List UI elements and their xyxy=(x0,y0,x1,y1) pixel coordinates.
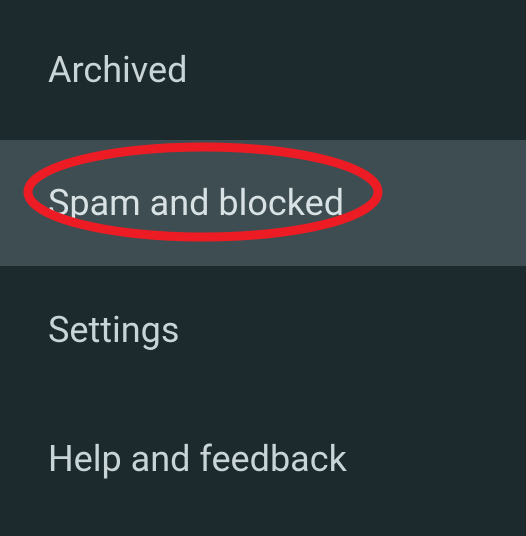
menu-item-archived[interactable]: Archived xyxy=(0,0,526,140)
menu-item-spam-blocked[interactable]: Spam and blocked xyxy=(0,140,526,266)
menu-item-help-feedback[interactable]: Help and feedback xyxy=(0,394,526,524)
menu-item-settings[interactable]: Settings xyxy=(0,266,526,394)
menu-item-label: Spam and blocked xyxy=(48,182,344,224)
menu-item-label: Help and feedback xyxy=(48,438,347,480)
menu-item-label: Settings xyxy=(48,309,179,351)
menu-item-label: Archived xyxy=(48,49,187,91)
navigation-menu: Archived Spam and blocked Settings Help … xyxy=(0,0,526,536)
